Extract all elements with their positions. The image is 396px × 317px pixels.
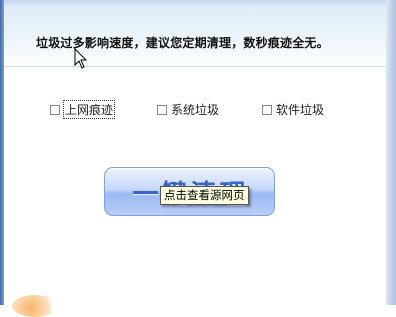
corner-decoration [12, 295, 58, 317]
browsing-traces-label: 上网痕迹 [62, 100, 116, 119]
system-junk-label: 系统垃圾 [171, 103, 220, 117]
view-source-tooltip: 点击查看源网页 [160, 186, 249, 205]
software-junk-checkbox[interactable] [262, 104, 272, 115]
window-frame-right [386, 0, 396, 305]
system-junk-checkbox[interactable] [157, 104, 167, 115]
option-system-junk[interactable]: 系统垃圾 [157, 101, 219, 118]
option-software-junk[interactable]: 软件垃圾 [262, 101, 324, 118]
mouse-pointer-icon [74, 48, 88, 69]
software-junk-label: 软件垃圾 [276, 103, 325, 117]
option-browsing-traces[interactable]: 上网痕迹 [50, 100, 116, 119]
panel-top-stripe [4, 0, 386, 8]
browsing-traces-checkbox[interactable] [50, 104, 60, 115]
notice-divider [4, 66, 386, 67]
